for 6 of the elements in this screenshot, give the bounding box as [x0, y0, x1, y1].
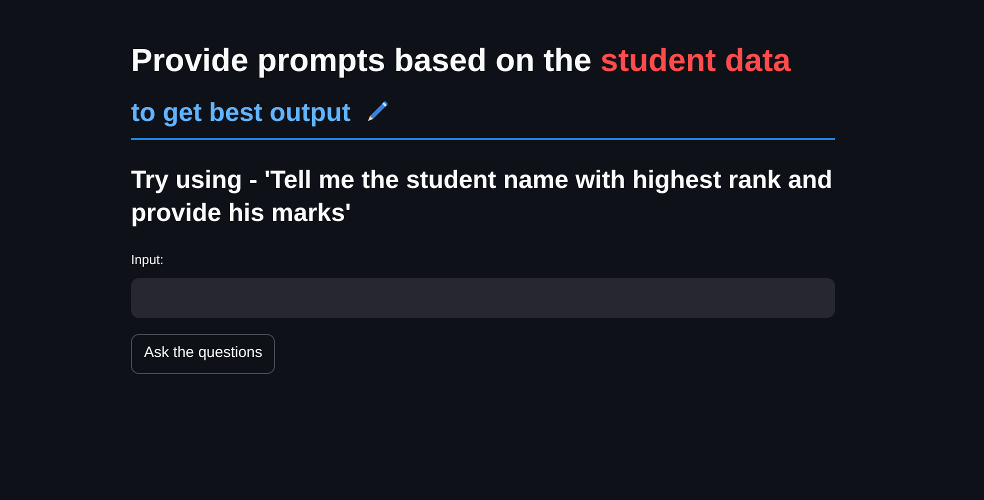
input-label: Input: [131, 251, 164, 269]
hint-heading: Try using - 'Tell me the student name with highest rank and provide his marks' [131, 165, 834, 229]
input-field[interactable] [131, 278, 835, 318]
subheader: to get best output [131, 96, 351, 129]
page-title: Provide prompts based on the student data [131, 41, 791, 80]
ask-button[interactable]: Ask the questions [131, 334, 276, 374]
